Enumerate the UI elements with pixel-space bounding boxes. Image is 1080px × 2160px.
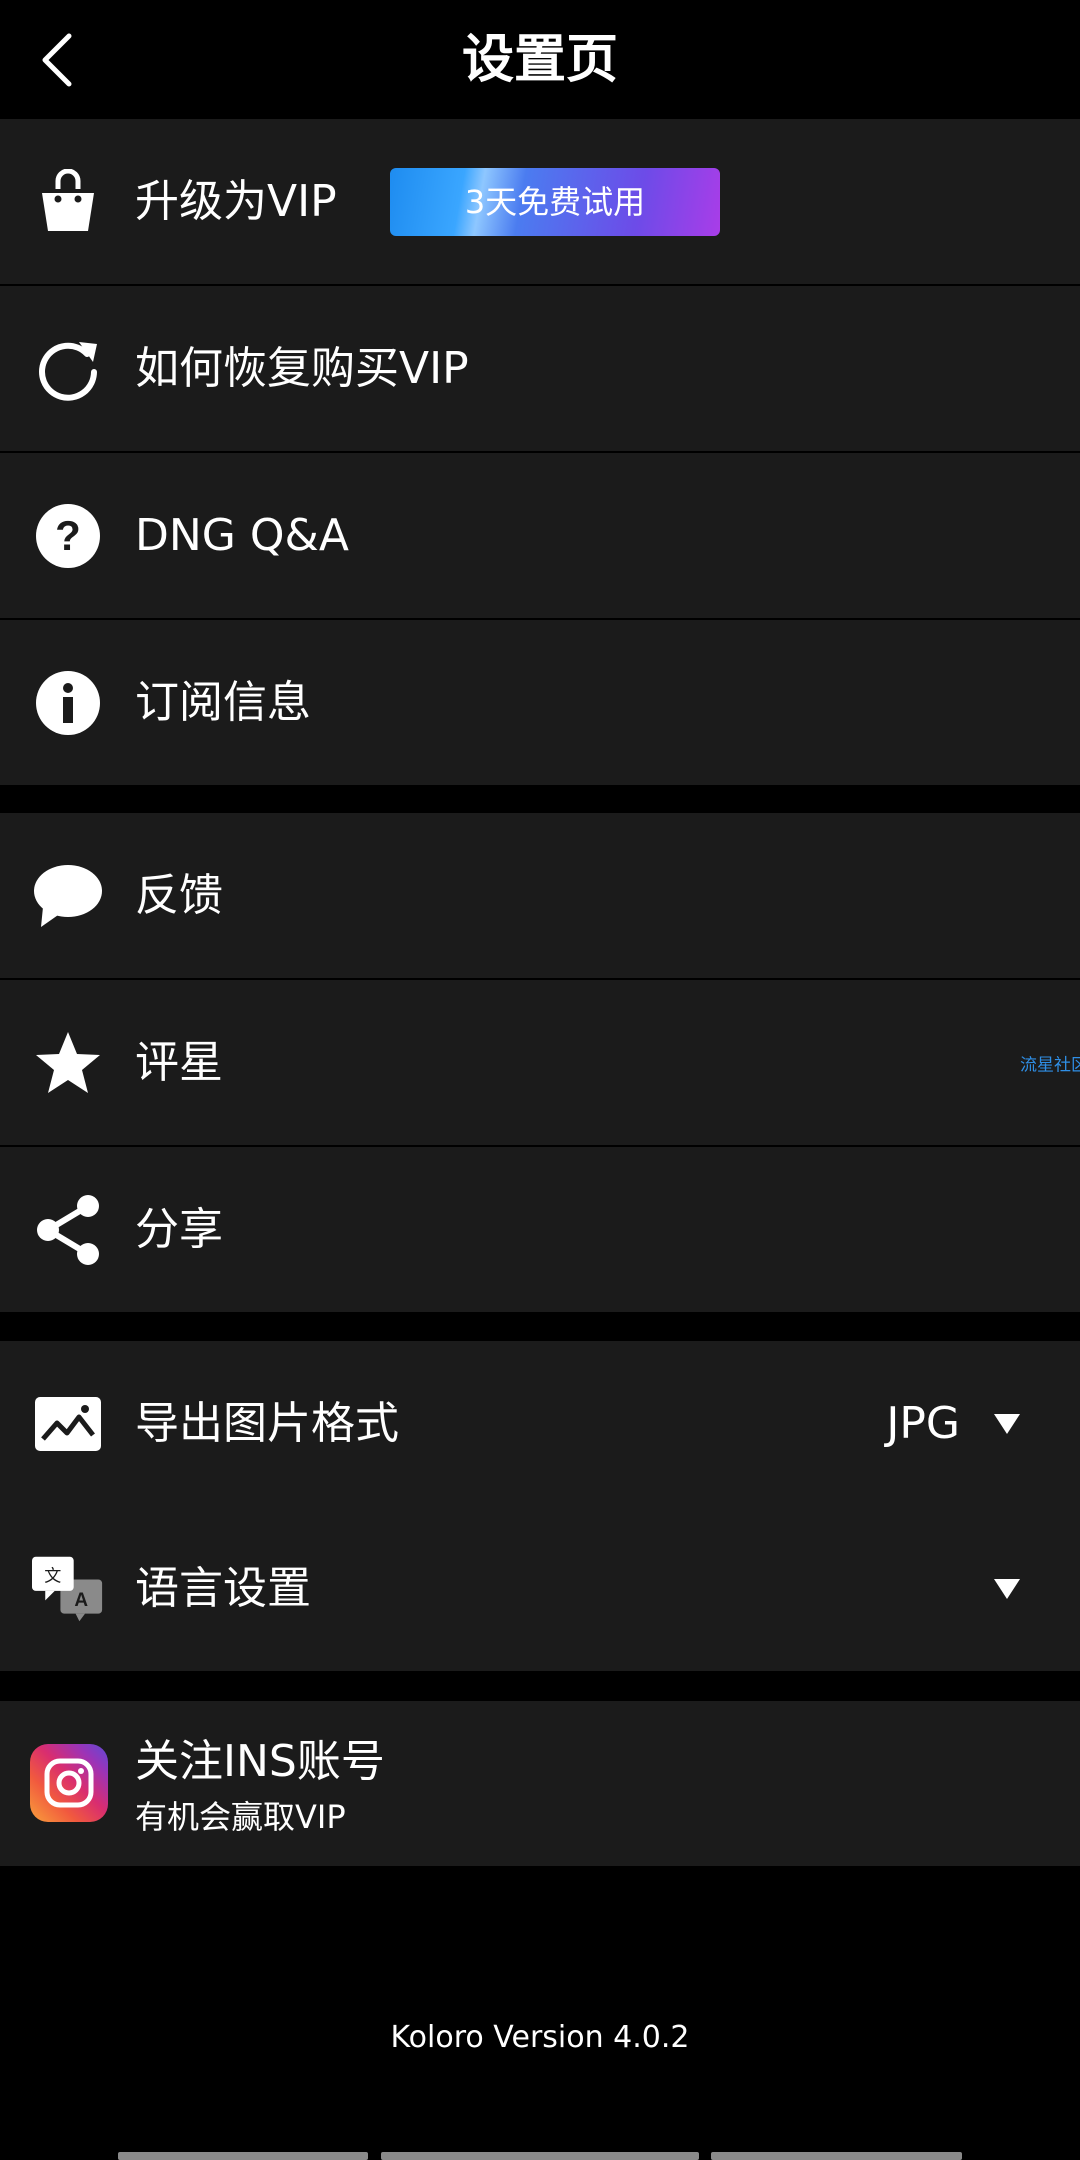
app-version-text: Koloro Version 4.0.2 — [390, 2020, 690, 2055]
dropdown-arrow-icon[interactable] — [994, 1578, 1020, 1599]
instagram-icon — [30, 1744, 108, 1822]
upgrade-vip-label: 升级为VIP — [135, 175, 337, 227]
account-group: 升级为VIP 3天免费试用 如何恢复购买VIP ? DNG Q&A 订阅信息 — [0, 119, 1080, 785]
social-group: 关注INS账号 有机会赢取VIP — [0, 1701, 1080, 1866]
bottom-nav-segment — [711, 2152, 962, 2160]
community-group: 反馈 评星 流星社区 分享 — [0, 813, 1080, 1312]
question-circle-icon: ? — [32, 500, 104, 572]
dng-qa-label: DNG Q&A — [135, 509, 349, 561]
side-watermark-text: 流星社区 — [1020, 1055, 1080, 1075]
language-row[interactable]: A 文 语言设置 — [0, 1506, 1080, 1671]
follow-instagram-subtitle: 有机会赢取VIP — [135, 1798, 346, 1836]
shopping-bag-icon — [32, 166, 104, 238]
page-title: 设置页 — [461, 30, 618, 90]
export-format-value[interactable]: JPG — [886, 1394, 960, 1454]
svg-text:A: A — [74, 1590, 88, 1611]
star-icon — [32, 1027, 104, 1099]
export-format-row[interactable]: 导出图片格式 JPG — [0, 1341, 1080, 1506]
subscription-info-label: 订阅信息 — [135, 676, 311, 728]
language-label: 语言设置 — [135, 1562, 311, 1614]
header-bar: 设置页 — [0, 0, 1080, 119]
svg-text:文: 文 — [44, 1566, 61, 1586]
share-icon — [32, 1194, 104, 1266]
follow-instagram-row[interactable]: 关注INS账号 有机会赢取VIP — [0, 1701, 1080, 1866]
feedback-label: 反馈 — [135, 869, 223, 921]
share-label: 分享 — [135, 1203, 223, 1255]
share-row[interactable]: 分享 — [0, 1145, 1080, 1312]
subscription-info-row[interactable]: 订阅信息 — [0, 618, 1080, 785]
upgrade-vip-row[interactable]: 升级为VIP 3天免费试用 — [0, 119, 1080, 284]
rate-label: 评星 — [135, 1036, 223, 1088]
rate-row[interactable]: 评星 流星社区 — [0, 978, 1080, 1145]
bottom-nav-segment — [118, 2152, 368, 2160]
chat-bubble-icon — [32, 860, 104, 932]
preferences-group: 导出图片格式 JPG A 文 语言设置 — [0, 1341, 1080, 1671]
image-icon — [32, 1388, 104, 1460]
restore-purchase-row[interactable]: 如何恢复购买VIP — [0, 284, 1080, 451]
feedback-row[interactable]: 反馈 — [0, 813, 1080, 978]
follow-instagram-title: 关注INS账号 — [135, 1736, 385, 1787]
bottom-nav-segment — [381, 2152, 699, 2160]
free-trial-badge[interactable]: 3天免费试用 — [390, 167, 720, 236]
translate-icon: A 文 — [32, 1553, 104, 1625]
dropdown-arrow-icon[interactable] — [994, 1413, 1020, 1434]
dng-qa-row[interactable]: ? DNG Q&A — [0, 451, 1080, 618]
refresh-icon — [32, 333, 104, 405]
restore-purchase-label: 如何恢复购买VIP — [135, 342, 469, 394]
export-format-label: 导出图片格式 — [135, 1397, 399, 1449]
info-circle-icon — [32, 667, 104, 739]
svg-text:?: ? — [55, 512, 81, 559]
